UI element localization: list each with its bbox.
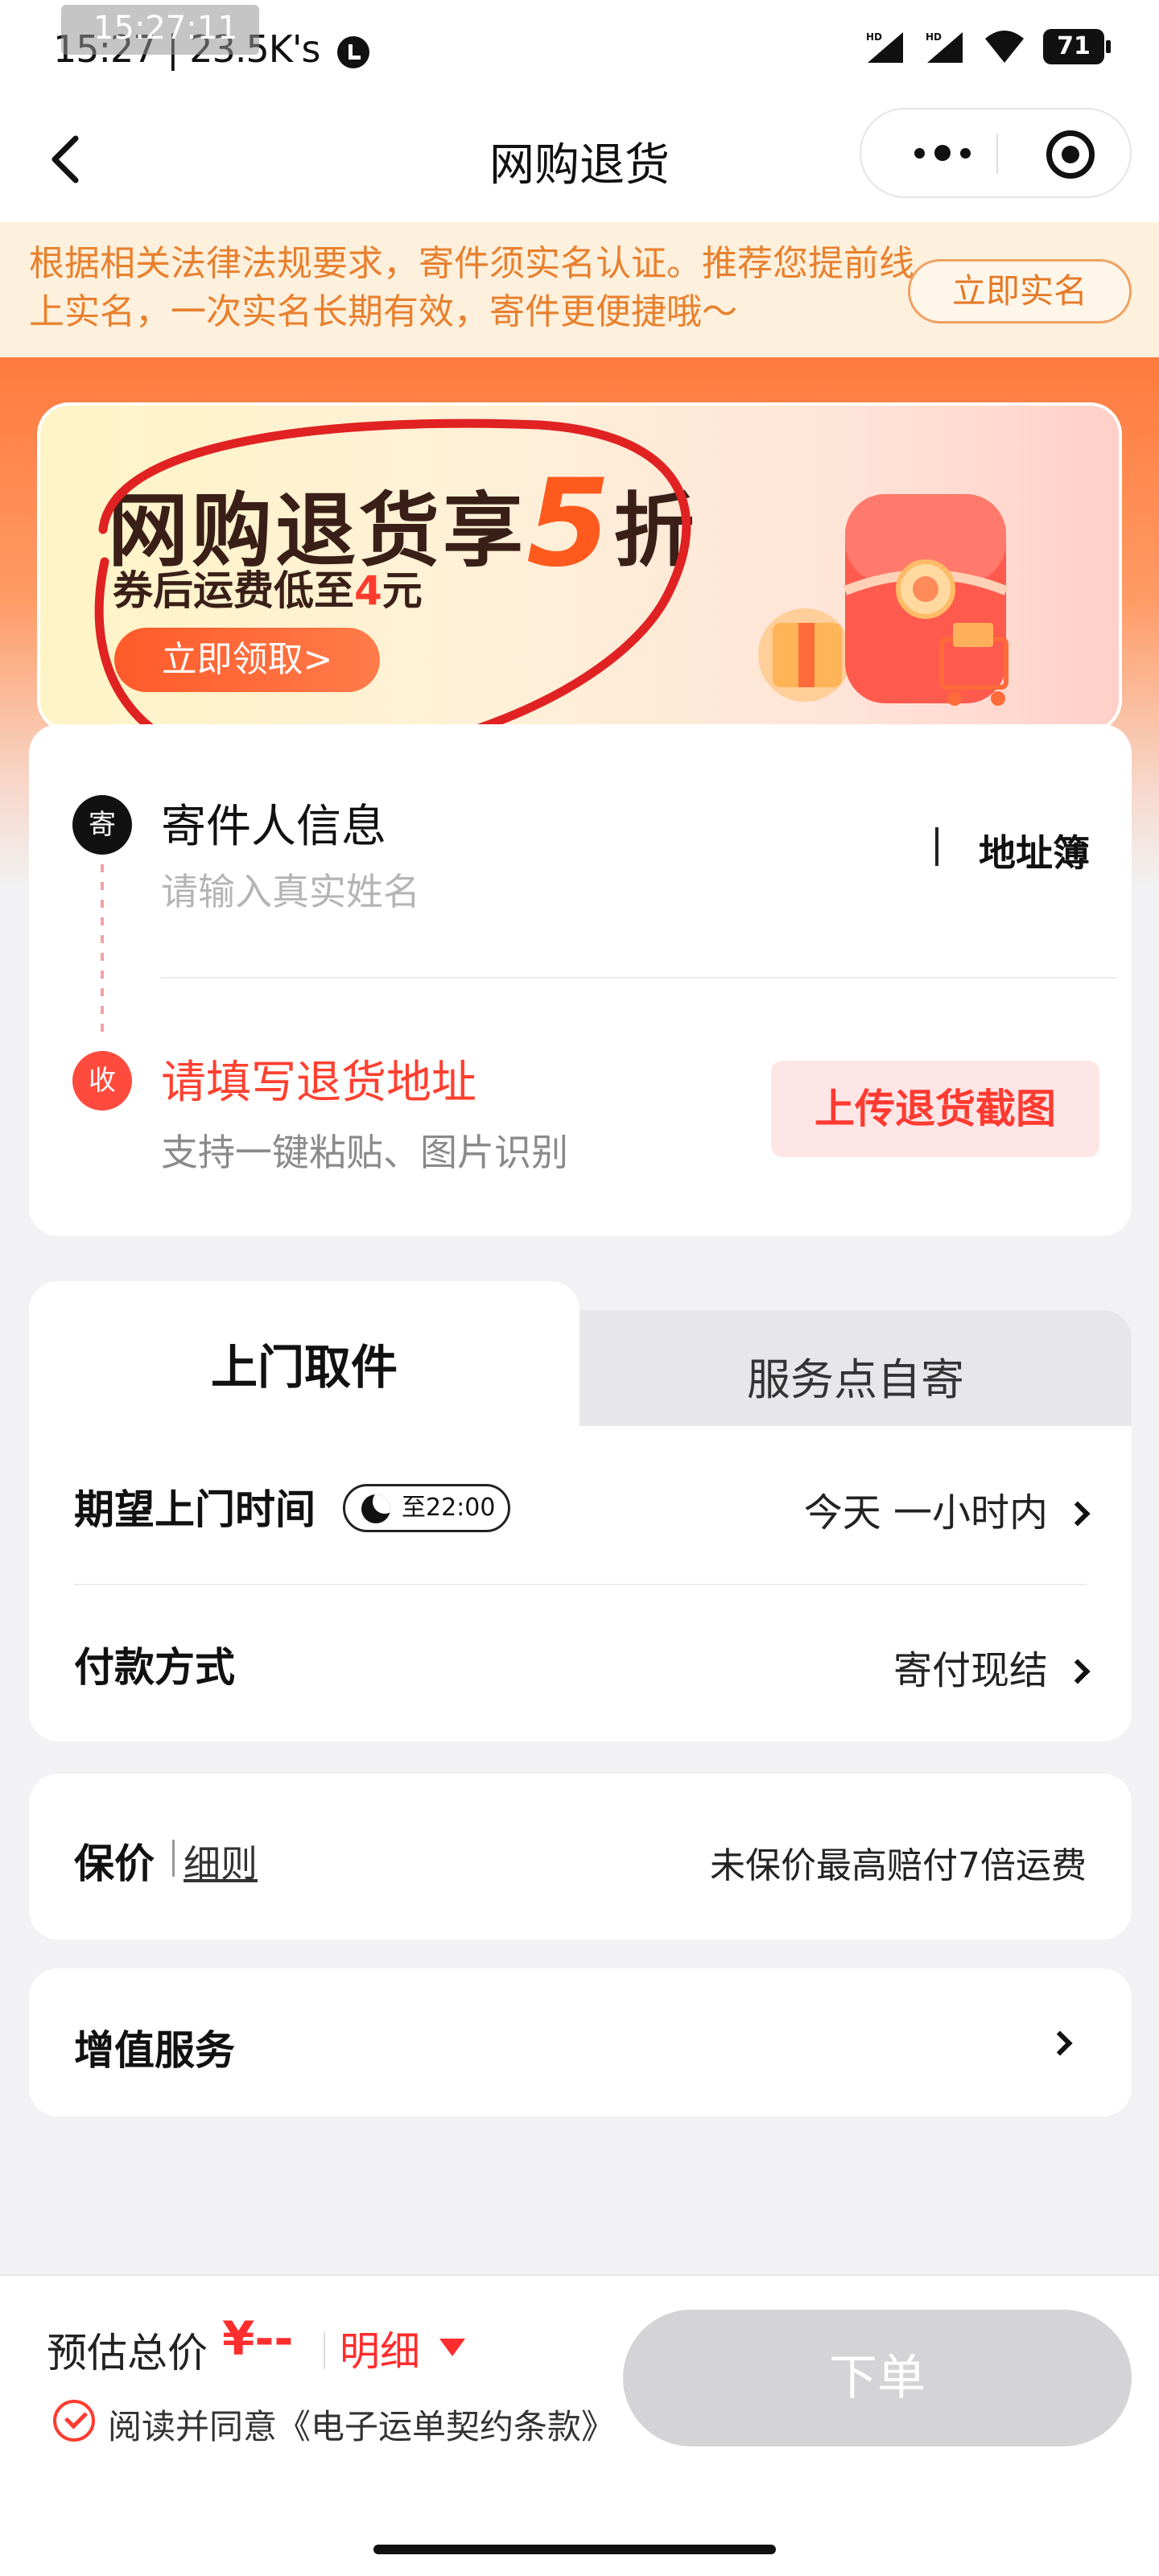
insurance-rules-link[interactable]: 细则 bbox=[184, 1835, 258, 1888]
realname-button[interactable]: 立即实名 bbox=[908, 259, 1132, 324]
address-book-divider bbox=[935, 827, 938, 866]
home-indicator[interactable] bbox=[373, 2545, 776, 2554]
insurance-value[interactable]: 未保价最高赔付7倍运费 bbox=[710, 1836, 1087, 1888]
estimate-label: 预估总价 bbox=[47, 2330, 208, 2376]
sender-info-title[interactable]: 寄件人信息 bbox=[161, 790, 386, 855]
payment-value: 寄付现结 bbox=[893, 1648, 1048, 1693]
address-separator bbox=[161, 977, 1117, 979]
battery-icon: 71 bbox=[1043, 29, 1111, 64]
address-book-button[interactable]: 地址簿 bbox=[979, 824, 1090, 877]
receiver-tag: 收 bbox=[72, 1051, 132, 1111]
service-card: 上门取件 期望上门时间 至22:00 今天 一小时内 付款方式 寄付现结 bbox=[29, 1281, 1132, 1741]
pickup-hours-badge: 至22:00 bbox=[343, 1484, 510, 1532]
close-target-icon[interactable] bbox=[1046, 130, 1095, 179]
upload-screenshot-button[interactable]: 上传退货截图 bbox=[771, 1061, 1099, 1157]
return-address-title[interactable]: 请填写退货地址 bbox=[161, 1046, 476, 1111]
more-dots-icon bbox=[960, 147, 971, 159]
status-icons: HD HD 71 bbox=[864, 29, 1111, 64]
price-divider bbox=[324, 2332, 325, 2369]
red-envelope-gift-icon bbox=[758, 494, 1008, 706]
connector-dots bbox=[101, 864, 104, 1040]
svg-text:HD: HD bbox=[926, 31, 942, 43]
price-detail-link[interactable]: 明细 bbox=[340, 2319, 420, 2377]
more-button[interactable] bbox=[890, 109, 995, 196]
nav-bar: 网购退货 bbox=[0, 97, 1159, 222]
payment-selector[interactable]: 寄付现结 bbox=[893, 1638, 1091, 1695]
status-bar: 15:27 | 23.5K's 15:27:11 HD HD 71 bbox=[0, 0, 1159, 97]
chevron-right-icon bbox=[1047, 2030, 1073, 2056]
insurance-label: 保价 bbox=[74, 1840, 155, 1887]
sender-tag: 寄 bbox=[72, 795, 132, 855]
pickup-time-label: 期望上门时间 bbox=[74, 1486, 316, 1533]
chevron-right-icon bbox=[1065, 1501, 1091, 1527]
svg-text:HD: HD bbox=[866, 31, 882, 43]
hand-drawn-highlight-circle bbox=[94, 418, 691, 769]
caret-down-icon[interactable] bbox=[439, 2339, 465, 2356]
sender-name-input[interactable]: 请输入真实姓名 bbox=[161, 863, 420, 916]
tab-pickup[interactable]: 上门取件 bbox=[29, 1281, 580, 1434]
return-address-hint[interactable]: 支持一键粘贴、图片识别 bbox=[161, 1123, 568, 1177]
bottom-order-bar: 预估总价 ¥-- 明细 阅读并同意《电子运单契约条款》 下单 bbox=[0, 2274, 1159, 2576]
signal-hd-icon: HD bbox=[864, 29, 906, 64]
value-added-label: 增值服务 bbox=[74, 2027, 235, 2074]
screenshot-time-overlay: 15:27:11 bbox=[61, 5, 259, 55]
capsule-divider bbox=[996, 134, 998, 174]
payment-label: 付款方式 bbox=[74, 1644, 235, 1691]
agree-checkbox[interactable] bbox=[53, 2400, 95, 2442]
insurance-card: 保价 细则 未保价最高赔付7倍运费 bbox=[29, 1774, 1132, 1939]
moon-icon bbox=[361, 1494, 390, 1523]
more-dots-icon bbox=[934, 145, 951, 161]
wifi-icon bbox=[984, 29, 1025, 64]
mini-program-capsule bbox=[860, 108, 1132, 198]
realname-notice: 根据相关法律法规要求，寄件须实名认证。推荐您提前线上实名，一次实名长期有效，寄件… bbox=[0, 222, 1159, 357]
chevron-right-icon bbox=[1065, 1659, 1091, 1684]
service-separator bbox=[74, 1584, 1087, 1585]
pickup-time-selector[interactable]: 今天 一小时内 bbox=[803, 1481, 1091, 1537]
notice-text: 根据相关法律法规要求，寄件须实名认证。推荐您提前线上实名，一次实名长期有效，寄件… bbox=[29, 243, 914, 332]
place-order-button[interactable]: 下单 bbox=[623, 2310, 1132, 2446]
pickup-time-value: 今天 一小时内 bbox=[803, 1490, 1048, 1535]
tab-pickup-label: 上门取件 bbox=[210, 1340, 398, 1395]
pickup-badge-text: 至22:00 bbox=[402, 1494, 496, 1522]
address-card: 寄 寄件人信息 请输入真实姓名 地址簿 收 请填写退货地址 支持一键粘贴、图片识… bbox=[29, 724, 1132, 1236]
signal-hd-icon-2: HD bbox=[924, 29, 966, 64]
value-added-card[interactable]: 增值服务 bbox=[29, 1968, 1132, 2116]
alarm-icon bbox=[337, 35, 370, 68]
more-dots-icon bbox=[914, 147, 925, 159]
agreement-text[interactable]: 阅读并同意《电子运单契约条款》 bbox=[108, 2400, 615, 2449]
estimate-price: ¥-- bbox=[222, 2311, 294, 2366]
insurance-divider bbox=[172, 1840, 175, 1877]
